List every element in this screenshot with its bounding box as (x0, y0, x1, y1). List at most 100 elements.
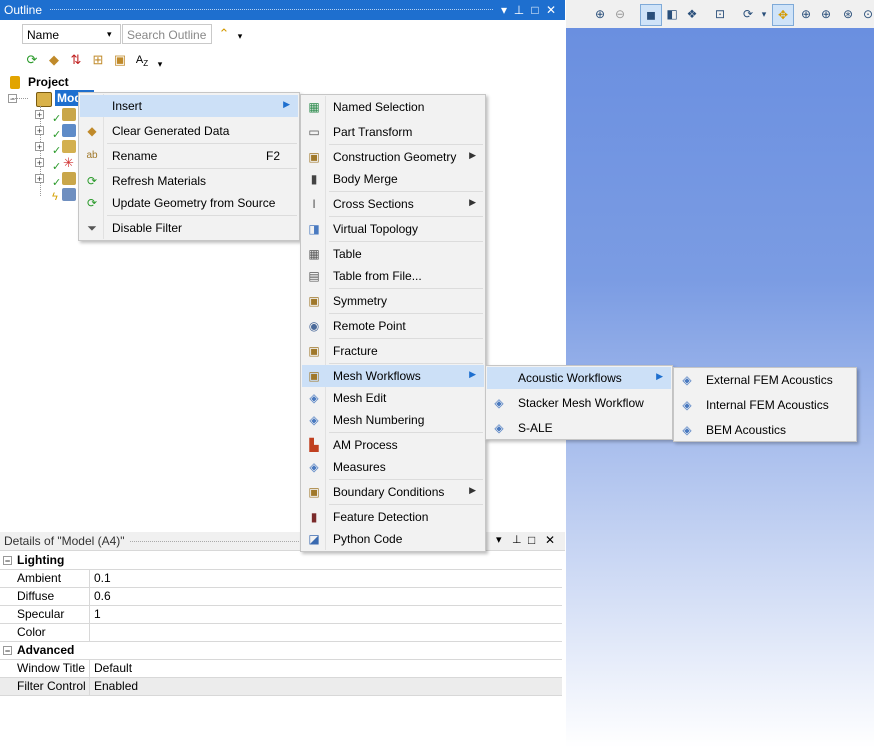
property-row[interactable]: Filter Control Enabled (0, 678, 562, 696)
category-advanced[interactable]: − Advanced (0, 642, 562, 660)
mesh-workflow-icon: ◈ (494, 421, 504, 435)
menu-item-table[interactable]: ▦ Table (302, 243, 484, 265)
magnifier-icon[interactable]: ⊙ (860, 6, 874, 22)
acoustic-workflows-submenu: ◈ External FEM Acoustics ◈ Internal FEM … (673, 367, 857, 442)
property-row[interactable]: Diffuse 0.6 (0, 588, 562, 606)
sort-icon[interactable]: ⇅ (68, 52, 84, 68)
eraser-icon[interactable]: ◆ (46, 52, 62, 68)
maximize-icon[interactable]: □ (528, 533, 535, 547)
shaded-icon[interactable]: ◧ (664, 6, 680, 22)
property-row[interactable]: Specular 1 (0, 606, 562, 624)
pan-icon[interactable]: ✥ (772, 4, 794, 26)
menu-item-python-code[interactable]: ◪ Python Code (302, 528, 484, 550)
menu-item-measures[interactable]: ◈ Measures (302, 456, 484, 478)
property-value[interactable] (91, 624, 562, 641)
remote-point-icon: ◉ (308, 319, 320, 333)
menu-item-stacker-mesh-workflow[interactable]: ◈ Stacker Mesh Workflow (487, 392, 671, 414)
menu-item-external-fem-acoustics[interactable]: ◈ External FEM Acoustics (675, 369, 855, 391)
dropdown-icon[interactable]: ▾ (496, 533, 502, 546)
collapse-icon[interactable]: − (3, 646, 12, 656)
zoom-out-icon[interactable]: ⊖ (612, 6, 628, 22)
maximize-icon[interactable]: □ (528, 3, 542, 17)
zoom-icon[interactable]: ⊕ (798, 6, 814, 22)
check-icon: ✓ (52, 113, 62, 125)
frame-icon[interactable]: ⊡ (712, 6, 728, 22)
property-value[interactable]: 1 (91, 606, 562, 623)
property-value[interactable]: 0.6 (91, 588, 562, 605)
menu-item-label: Internal FEM Acoustics (706, 398, 829, 412)
property-row[interactable]: Ambient 0.1 (0, 570, 562, 588)
menu-item-part-transform[interactable]: ▭ Part Transform (302, 121, 484, 143)
menu-item-feature-detection[interactable]: ▮ Feature Detection (302, 506, 484, 528)
property-row[interactable]: Window Title Default (0, 660, 562, 678)
sort-az-icon[interactable]: AZ (134, 52, 150, 68)
zoom-in-icon[interactable]: ⊕ (592, 6, 608, 22)
pin-icon[interactable]: ⊥ (512, 533, 522, 546)
mesh-numbering-icon: ◈ (309, 413, 319, 427)
dropdown-icon[interactable]: ▾ (152, 56, 168, 72)
property-row[interactable]: Color (0, 624, 562, 642)
box-zoom-icon[interactable]: ⊕ (818, 6, 834, 22)
menu-item-insert[interactable]: Insert ▶ (80, 95, 298, 117)
expand-icon[interactable]: + (35, 158, 44, 168)
property-value[interactable]: 0.1 (91, 570, 562, 587)
rotate-icon[interactable]: ⟳ (740, 6, 756, 22)
menu-item-virtual-topology[interactable]: ◨ Virtual Topology (302, 218, 484, 240)
expand-icon[interactable]: + (35, 142, 44, 152)
menu-item-boundary-conditions[interactable]: ▣ Boundary Conditions ▶ (302, 481, 484, 503)
menu-item-mesh-workflows[interactable]: ▣ Mesh Workflows ▶ (302, 365, 484, 387)
menu-item-disable-filter[interactable]: ⏷ Disable Filter (80, 217, 298, 239)
expand-icon[interactable]: + (35, 110, 44, 120)
menu-item-cross-sections[interactable]: I Cross Sections ▶ (302, 193, 484, 215)
pin-icon[interactable]: ⊥ (512, 3, 526, 17)
chevron-up-icon[interactable]: ⌃ (216, 26, 232, 42)
menu-item-table-from-file[interactable]: ▤ Table from File... (302, 265, 484, 287)
menu-item-named-selection[interactable]: ▦ Named Selection (302, 96, 484, 118)
menu-item-s-ale[interactable]: ◈ S-ALE (487, 417, 671, 439)
check-icon: ✓ (52, 145, 62, 157)
add-icon[interactable]: ⊞ (90, 52, 106, 68)
menu-item-refresh-materials[interactable]: ⟳ Refresh Materials (80, 170, 298, 192)
menu-item-acoustic-workflows[interactable]: Acoustic Workflows ▶ (487, 367, 671, 389)
body-color-icon[interactable]: ❖ (684, 6, 700, 22)
menu-item-body-merge[interactable]: ▮ Body Merge (302, 168, 484, 190)
menu-item-mesh-edit[interactable]: ◈ Mesh Edit (302, 387, 484, 409)
dropdown-icon[interactable]: ▾ (756, 6, 772, 22)
outline-title: Outline (4, 3, 43, 17)
virtual-topology-icon: ◨ (308, 222, 320, 236)
dropdown-icon[interactable]: ▾ (232, 28, 248, 44)
refresh-icon[interactable]: ⟳ (24, 52, 40, 68)
menu-item-remote-point[interactable]: ◉ Remote Point (302, 315, 484, 337)
dropdown-icon[interactable]: ▾ (497, 3, 511, 17)
menu-item-label: Feature Detection (333, 510, 429, 524)
menu-item-bem-acoustics[interactable]: ◈ BEM Acoustics (675, 419, 855, 441)
menu-item-label: Insert (112, 99, 143, 113)
property-value[interactable]: Enabled (91, 678, 562, 695)
close-icon[interactable]: ✕ (544, 3, 558, 17)
refresh-icon: ⟳ (86, 174, 98, 188)
menu-item-label: Mesh Edit (333, 391, 387, 405)
menu-item-symmetry[interactable]: ▣ Symmetry (302, 290, 484, 312)
menu-item-label: Cross Sections (333, 197, 414, 211)
folder-icon[interactable]: ▣ (112, 52, 128, 68)
category-lighting[interactable]: − Lighting (0, 552, 562, 570)
cube-view-icon[interactable]: ◼ (640, 4, 662, 26)
menu-item-am-process[interactable]: ▙ AM Process (302, 434, 484, 456)
menu-item-label: Fracture (333, 344, 378, 358)
menu-item-clear-generated-data[interactable]: ◆ Clear Generated Data (80, 120, 298, 142)
menu-item-fracture[interactable]: ▣ Fracture (302, 340, 484, 362)
expand-icon[interactable]: + (35, 174, 44, 184)
filter-combo[interactable]: Name ▾ (22, 24, 121, 44)
menu-item-construction-geometry[interactable]: ▣ Construction Geometry ▶ (302, 146, 484, 168)
menu-item-internal-fem-acoustics[interactable]: ◈ Internal FEM Acoustics (675, 394, 855, 416)
expand-icon[interactable]: + (35, 126, 44, 136)
menu-item-rename[interactable]: ab Rename F2 (80, 145, 298, 167)
menu-item-update-geometry[interactable]: ⟳ Update Geometry from Source (80, 192, 298, 214)
menu-item-mesh-numbering[interactable]: ◈ Mesh Numbering (302, 409, 484, 431)
fit-icon[interactable]: ⊛ (840, 6, 856, 22)
property-value[interactable]: Default (91, 660, 562, 677)
search-input[interactable]: Search Outline (122, 24, 212, 44)
close-icon[interactable]: ✕ (545, 533, 555, 547)
rename-icon: ab (86, 150, 98, 161)
collapse-icon[interactable]: − (3, 556, 12, 566)
